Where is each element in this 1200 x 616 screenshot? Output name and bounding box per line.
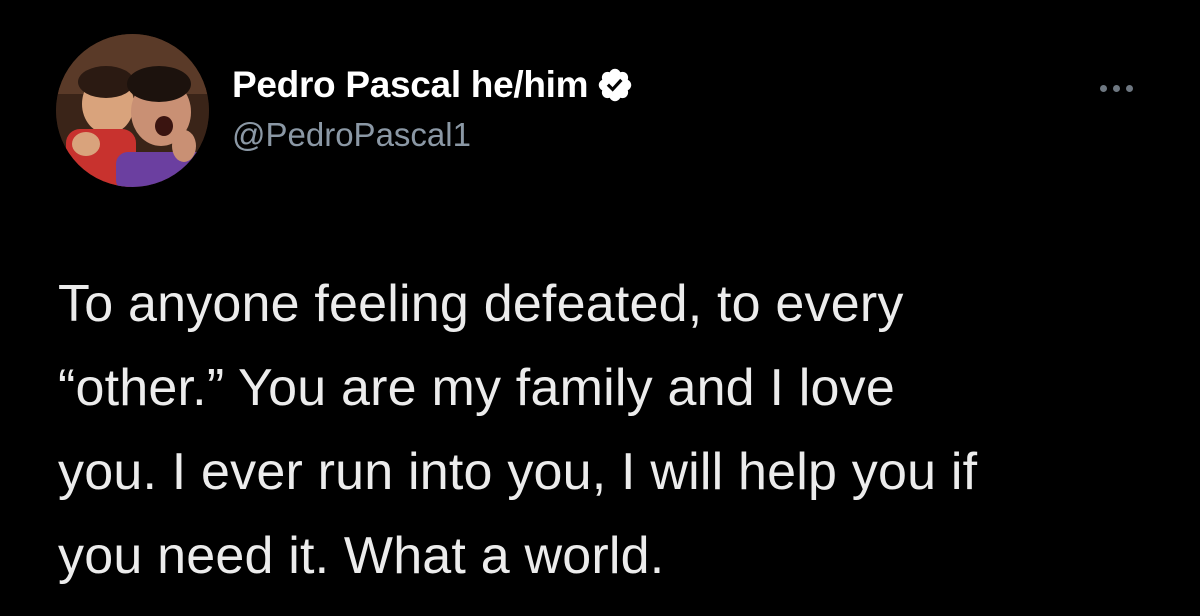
verified-badge-icon	[596, 66, 634, 104]
more-options-button[interactable]	[1088, 76, 1144, 100]
more-options-icon	[1099, 84, 1107, 92]
display-name[interactable]: Pedro Pascal he/him	[232, 64, 589, 106]
tweet-text: To anyone feeling defeated, to every “ot…	[58, 275, 978, 585]
tweet: Pedro Pascal he/him @PedroPascal1 To any…	[0, 0, 1200, 616]
more-options-icon-dot	[1112, 84, 1120, 92]
handle[interactable]: @PedroPascal1	[232, 116, 634, 154]
tweet-header: Pedro Pascal he/him @PedroPascal1	[232, 58, 634, 154]
name-row: Pedro Pascal he/him	[232, 58, 634, 112]
avatar-image	[56, 34, 209, 187]
more-options-icon-dot	[1125, 84, 1133, 92]
avatar[interactable]	[56, 34, 209, 187]
